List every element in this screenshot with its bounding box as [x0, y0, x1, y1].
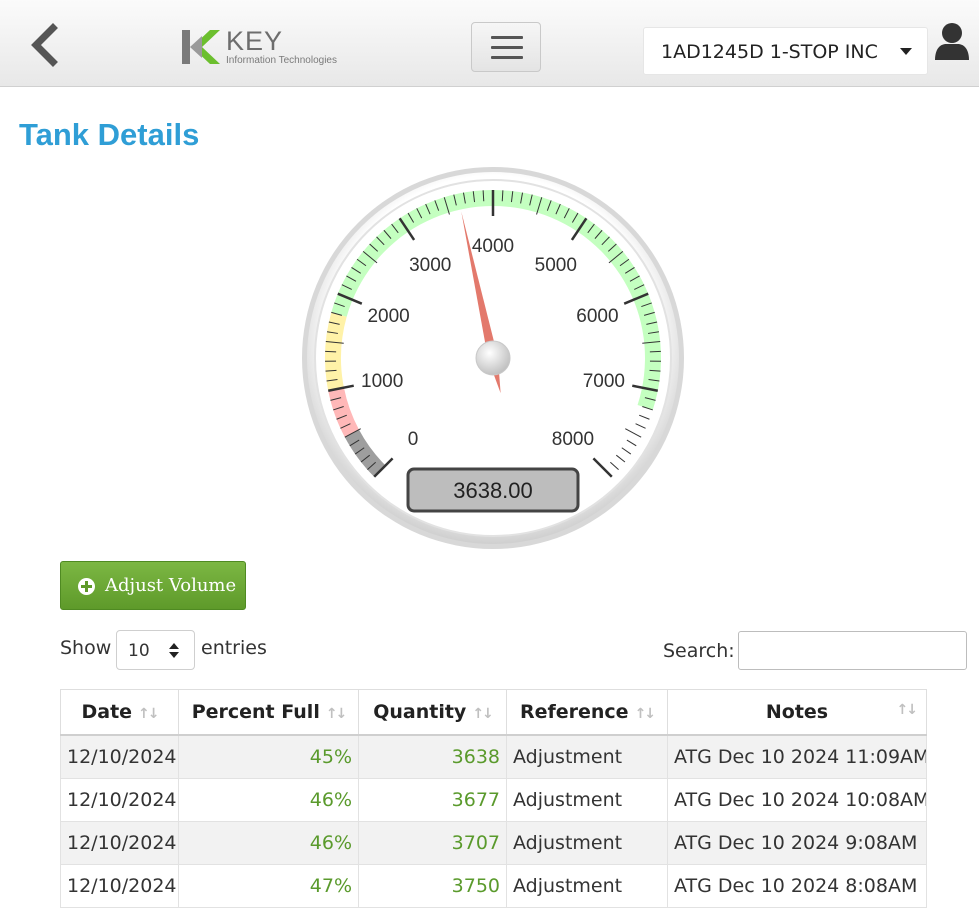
gauge-tick-label: 7000 — [583, 371, 625, 392]
column-header-reference[interactable]: Reference↑↓ — [507, 690, 668, 736]
sort-updown-icon — [168, 641, 180, 661]
gauge-readout-value: 3638.00 — [453, 478, 533, 503]
hamburger-icon-bar — [491, 46, 523, 49]
cell-reference: Adjustment — [507, 735, 668, 779]
gauge-tick-label: 0 — [408, 429, 419, 450]
table-row[interactable]: 12/10/2024 47% 3750 Adjustment ATG Dec 1… — [61, 865, 927, 908]
column-header-quantity[interactable]: Quantity↑↓ — [359, 690, 507, 736]
cell-reference: Adjustment — [507, 779, 668, 822]
logo-tagline: Information Technologies — [226, 55, 337, 66]
cell-percent-full: 45% — [179, 735, 359, 779]
cell-reference: Adjustment — [507, 822, 668, 865]
hamburger-icon-bar — [491, 36, 523, 39]
user-icon — [934, 22, 970, 62]
user-menu-button[interactable] — [934, 22, 970, 62]
sort-icon: ↑↓ — [897, 702, 916, 718]
gauge-needle-hub — [476, 341, 510, 375]
cell-date: 12/10/2024 — [61, 865, 179, 908]
top-navbar: KEY Information Technologies 1AD1245D 1-… — [0, 0, 979, 87]
cell-notes: ATG Dec 10 2024 8:08AM — [668, 865, 927, 908]
page-length-value: 10 — [128, 641, 150, 661]
logo-wordmark: KEY — [226, 26, 283, 57]
table-row[interactable]: 12/10/2024 46% 3677 Adjustment ATG Dec 1… — [61, 779, 927, 822]
gauge-tick-label: 3000 — [409, 255, 451, 276]
gauge-tick-label: 4000 — [472, 236, 514, 257]
entries-label: entries — [201, 637, 267, 659]
sort-icon: ↑↓ — [326, 706, 345, 722]
cell-percent-full: 46% — [179, 822, 359, 865]
table-row[interactable]: 12/10/2024 46% 3707 Adjustment ATG Dec 1… — [61, 822, 927, 865]
tank-history-table: Date↑↓ Percent Full↑↓ Quantity↑↓ Referen… — [60, 689, 927, 908]
hamburger-icon-bar — [491, 56, 523, 59]
cell-quantity: 3638 — [359, 735, 507, 779]
cell-reference: Adjustment — [507, 865, 668, 908]
menu-toggle-button[interactable] — [471, 22, 541, 72]
gauge-tick-label: 8000 — [552, 429, 594, 450]
site-selector-dropdown[interactable]: 1AD1245D 1-STOP INC — [643, 27, 928, 75]
key-logo[interactable]: KEY Information Technologies — [180, 26, 370, 70]
sort-icon: ↑↓ — [472, 706, 491, 722]
table-header-row: Date↑↓ Percent Full↑↓ Quantity↑↓ Referen… — [61, 690, 927, 736]
gauge-minor-tick — [483, 190, 484, 201]
cell-notes: ATG Dec 10 2024 10:08AM — [668, 779, 927, 822]
search-input[interactable] — [738, 631, 967, 670]
cell-date: 12/10/2024 — [61, 779, 179, 822]
sort-icon: ↑↓ — [635, 706, 654, 722]
cell-date: 12/10/2024 — [61, 735, 179, 779]
cell-notes: ATG Dec 10 2024 9:08AM — [668, 822, 927, 865]
adjust-volume-label: Adjust Volume — [105, 575, 236, 596]
gauge-minor-tick — [502, 190, 503, 201]
cell-quantity: 3677 — [359, 779, 507, 822]
show-entries-label: Show — [60, 637, 111, 659]
cell-quantity: 3707 — [359, 822, 507, 865]
cell-notes: ATG Dec 10 2024 11:09AM — [668, 735, 927, 779]
cell-date: 12/10/2024 — [61, 822, 179, 865]
page-length-select[interactable]: 10 — [116, 630, 195, 670]
chevron-left-icon — [26, 22, 66, 68]
gauge-tick-label: 6000 — [576, 306, 618, 327]
caret-down-icon — [900, 48, 912, 55]
search-label: Search: — [663, 640, 735, 662]
tank-volume-gauge: 0 1000 2000 3000 4000 5000 6000 7000 8000 3638.0… — [290, 160, 700, 560]
column-header-percent-full[interactable]: Percent Full↑↓ — [179, 690, 359, 736]
gauge-tick-label: 1000 — [361, 371, 403, 392]
cell-percent-full: 46% — [179, 779, 359, 822]
key-logo-mark — [180, 28, 222, 68]
cell-quantity: 3750 — [359, 865, 507, 908]
plus-circle-icon — [78, 578, 95, 595]
column-header-notes[interactable]: Notes↑↓ — [668, 690, 927, 736]
column-header-date[interactable]: Date↑↓ — [61, 690, 179, 736]
sort-icon: ↑↓ — [138, 706, 157, 722]
table-row[interactable]: 12/10/2024 45% 3638 Adjustment ATG Dec 1… — [61, 735, 927, 779]
page-title: Tank Details — [19, 117, 199, 153]
site-selector-label: 1AD1245D 1-STOP INC — [661, 41, 878, 63]
adjust-volume-button[interactable]: Adjust Volume — [60, 561, 246, 610]
gauge-tick-label: 2000 — [367, 306, 409, 327]
gauge-tick-label: 5000 — [535, 255, 577, 276]
cell-percent-full: 47% — [179, 865, 359, 908]
back-button[interactable] — [26, 22, 66, 68]
